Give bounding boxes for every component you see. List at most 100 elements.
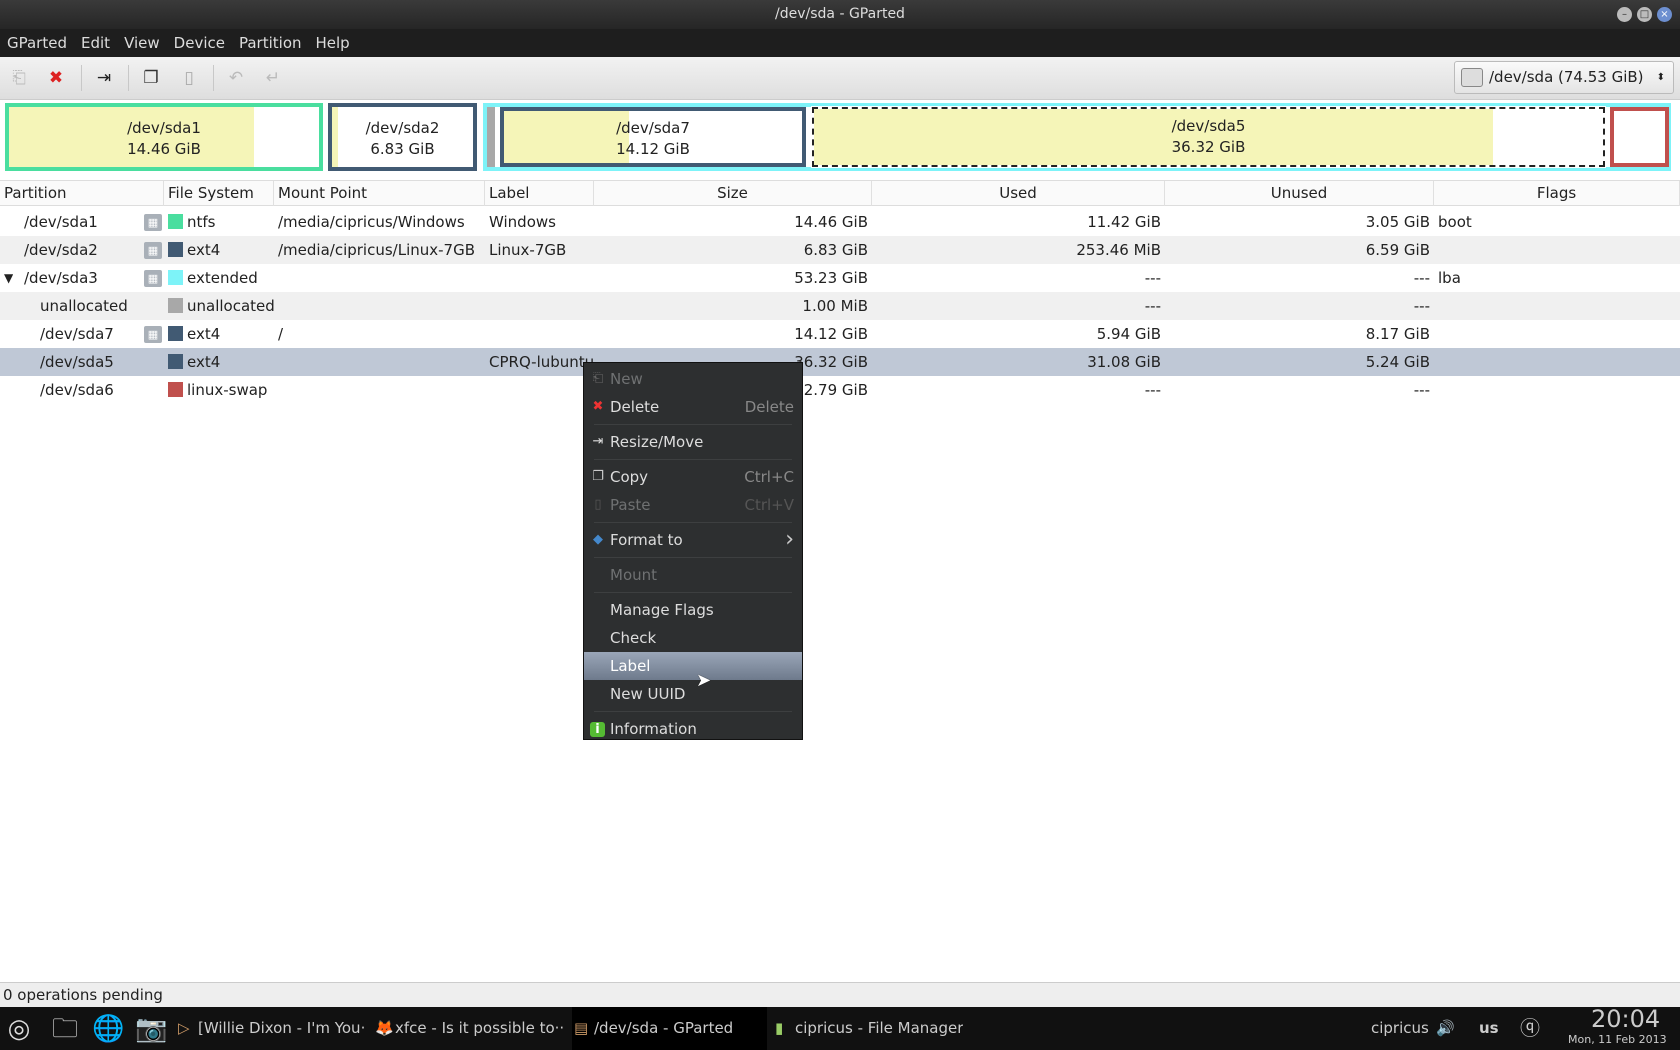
menu-item-label: Copy — [610, 468, 649, 486]
column-header-flags[interactable]: Flags — [1434, 181, 1680, 206]
folder-icon[interactable]: 🗀 — [49, 1013, 81, 1045]
menu-help[interactable]: Help — [316, 34, 350, 52]
taskbar-task[interactable]: ▷ [Willie Dixon - I'm You··· — [176, 1007, 366, 1050]
task-label: [Willie Dixon - I'm You··· — [198, 1019, 366, 1037]
cell-unused: --- — [1413, 381, 1430, 399]
menu-item-paste[interactable]: ▯ Paste Ctrl+V — [584, 491, 802, 519]
menu-item-check[interactable]: Check — [584, 624, 802, 652]
graph-unallocated[interactable] — [487, 107, 495, 167]
format-icon: ◆ — [593, 532, 603, 547]
toolbar: ⎗ ✖ ⇥ ❐ ▯ ↶ ↵ — [0, 57, 1680, 100]
menu-item-mount[interactable]: Mount — [584, 561, 802, 589]
apply-icon[interactable]: ↵ — [262, 67, 284, 89]
menu-item-copy[interactable]: ❐ Copy Ctrl+C — [584, 463, 802, 491]
information-icon: i — [590, 722, 605, 737]
volume-icon[interactable]: 🔊 — [1436, 1007, 1455, 1050]
qbittorrent-icon[interactable]: ⓠ — [1520, 1007, 1540, 1050]
menu-item-label: Mount — [610, 566, 658, 584]
browser-icon[interactable]: 🌐 — [92, 1013, 124, 1045]
table-row[interactable]: /dev/sda7 ▦ ext4/14.12 GiB 5.94 GiB 8.17 GiB — [0, 320, 1680, 348]
undo-icon[interactable]: ↶ — [225, 67, 247, 89]
menu-separator — [584, 589, 802, 596]
column-header-partition[interactable]: Partition — [0, 181, 164, 206]
column-header-unused[interactable]: Unused — [1165, 181, 1434, 206]
delete-icon: ✖ — [592, 399, 604, 414]
delete-icon[interactable]: ✖ — [45, 67, 67, 89]
keyboard-layout[interactable]: us — [1479, 1007, 1499, 1050]
partition-size: 14.46 GiB — [127, 140, 201, 158]
cell-flags — [1434, 292, 1680, 320]
minimize-button[interactable]: – — [1617, 7, 1632, 22]
cell-mount-point: /media/cipricus/Windows — [278, 213, 465, 231]
fs-color-swatch — [168, 270, 183, 285]
column-header-file-system[interactable]: File System — [164, 181, 274, 206]
new-icon[interactable]: ⎗ — [8, 67, 30, 89]
cell-file-system: extended — [164, 264, 274, 292]
partition-graph: /dev/sda1 14.46 GiB /dev/sda2 6.83 GiB /de… — [0, 100, 1680, 174]
menu-item-label: Label — [610, 657, 651, 675]
graph-sda1[interactable]: /dev/sda1 14.46 GiB — [5, 103, 323, 171]
cell-mount-point — [274, 376, 485, 404]
close-button[interactable]: × — [1657, 7, 1672, 22]
resize-move-icon[interactable]: ⇥ — [93, 67, 115, 89]
table-row[interactable]: /dev/sda5 ext4 CPRQ-lubuntu 36.32 GiB 31.08 … — [0, 348, 1680, 376]
menu-item-accel: Ctrl+V — [744, 496, 794, 514]
cell-mount-point — [274, 264, 485, 292]
menu-item-format-to[interactable]: ◆ Format to › — [584, 526, 802, 554]
table-row[interactable]: /dev/sda2 ▦ ext4/media/cipricus/Linux-7GB L… — [0, 236, 1680, 264]
menu-item-new[interactable]: ⎗ New — [584, 365, 802, 393]
menu-partition[interactable]: Partition — [239, 34, 302, 52]
table-row[interactable]: ▼ /dev/sda3 ▦ extended 53.23 GiB --- --- lba — [0, 264, 1680, 292]
menu-item-manage-flags[interactable]: Manage Flags — [584, 596, 802, 624]
taskbar-task[interactable]: ▮ cipricus - File Manager — [773, 1007, 963, 1050]
table-row[interactable]: /dev/sda6 linux-swap 2.79 GiB --- --- — [0, 376, 1680, 404]
fs-name: ext4 — [187, 353, 221, 371]
cell-file-system: ext4 — [164, 348, 274, 376]
menu-edit[interactable]: Edit — [81, 34, 110, 52]
cell-unused: 5.24 GiB — [1365, 353, 1430, 371]
new-icon: ⎗ — [592, 371, 604, 386]
cell-label: Windows — [489, 213, 556, 231]
device-selector[interactable]: /dev/sda (74.53 GiB) ⬍ — [1454, 61, 1674, 94]
cell-unused: 3.05 GiB — [1365, 213, 1430, 231]
menu-icon[interactable]: ◎ — [3, 1013, 35, 1045]
table-row[interactable]: unallocated unallocated 1.00 MiB --- --- — [0, 292, 1680, 320]
menu-item-delete[interactable]: ✖ Delete Delete — [584, 393, 802, 421]
graph-sda5[interactable]: /dev/sda5 36.32 GiB — [811, 106, 1606, 168]
title-bar: /dev/sda - GParted – □ × — [0, 0, 1680, 29]
gparted-icon: ▤ — [574, 1019, 589, 1037]
copy-icon[interactable]: ❐ — [140, 67, 162, 89]
menu-item-label: Check — [610, 629, 657, 647]
menu-item-new-uuid[interactable]: New UUID — [584, 680, 802, 708]
cell-mount-point: / — [278, 325, 284, 343]
cell-file-system: ext4 — [164, 320, 274, 348]
menu-separator — [584, 519, 802, 526]
menu-item-label[interactable]: Label — [584, 652, 802, 680]
table-row[interactable]: /dev/sda1 ▦ ntfs/media/cipricus/Windows Win… — [0, 208, 1680, 236]
column-header-used[interactable]: Used — [872, 181, 1165, 206]
graph-sda7[interactable]: /dev/sda7 14.12 GiB — [500, 107, 806, 167]
cell-file-system: linux-swap — [164, 376, 274, 404]
column-header-mount-point[interactable]: Mount Point — [274, 181, 485, 206]
menu-separator — [584, 554, 802, 561]
taskbar-task[interactable]: ▤ /dev/sda - GParted — [572, 1007, 767, 1050]
cell-mount-point — [274, 292, 485, 320]
menu-view[interactable]: View — [124, 34, 160, 52]
column-header-label[interactable]: Label — [485, 181, 594, 206]
maximize-button[interactable]: □ — [1637, 7, 1652, 22]
taskbar-task[interactable]: 🦊 xfce - Is it possible to··· — [373, 1007, 563, 1050]
column-header-size[interactable]: Size — [594, 181, 872, 206]
cell-used: --- — [1144, 381, 1161, 399]
menu-item-resize-move[interactable]: ⇥ Resize/Move — [584, 428, 802, 456]
graph-sda2[interactable]: /dev/sda2 6.83 GiB — [328, 103, 477, 171]
camera-icon[interactable]: 📷 — [135, 1013, 167, 1045]
lock-icon: ▦ — [144, 326, 162, 343]
menu-device[interactable]: Device — [174, 34, 225, 52]
expander-arrow-icon[interactable]: ▼ — [4, 264, 13, 292]
menu-item-information[interactable]: i Information — [584, 715, 802, 743]
chevron-right-icon: › — [785, 527, 794, 552]
graph-sda6[interactable] — [1610, 107, 1669, 167]
paste-icon[interactable]: ▯ — [178, 67, 200, 89]
paste-icon: ▯ — [594, 497, 602, 512]
menu-gparted[interactable]: GParted — [7, 34, 67, 52]
